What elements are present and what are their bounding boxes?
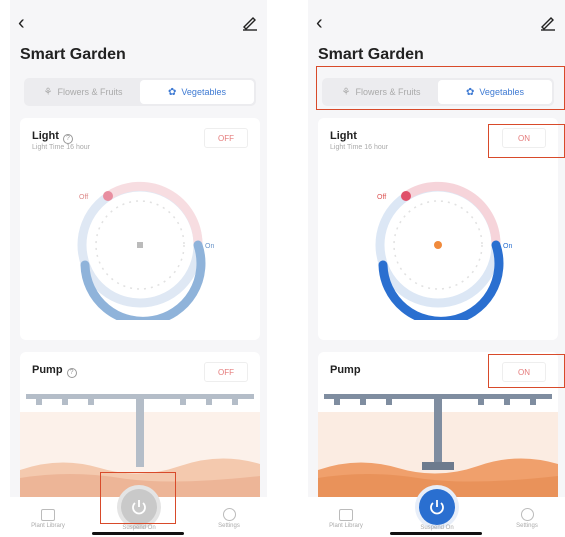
- vegetable-icon: ✿: [466, 86, 475, 98]
- light-switch-button[interactable]: ON: [502, 128, 546, 148]
- light-timer-dial[interactable]: Off On: [363, 170, 513, 320]
- light-card: Light Light Time 16 hour ON Off On: [318, 118, 558, 340]
- dial-on-label: On: [205, 243, 214, 250]
- nav-label: Settings: [218, 523, 240, 529]
- pump-switch-button[interactable]: OFF: [204, 362, 248, 382]
- dial-center: [434, 241, 442, 249]
- page-title: Smart Garden: [318, 46, 424, 63]
- top-bar: ‹: [10, 10, 267, 38]
- light-switch-button[interactable]: OFF: [204, 128, 248, 148]
- light-timer-dial[interactable]: Off On: [65, 170, 215, 320]
- flower-icon: ⚘: [341, 86, 351, 98]
- light-title-text: Light: [330, 130, 357, 142]
- dial-off-label: Off: [79, 194, 88, 201]
- tab-vegetables[interactable]: ✿ Vegetables: [438, 80, 552, 104]
- back-icon[interactable]: ‹: [18, 12, 25, 35]
- bottom-nav: Plant Library Suspend On Settings: [10, 489, 267, 537]
- help-icon[interactable]: ?: [62, 134, 73, 144]
- power-button[interactable]: [419, 489, 455, 525]
- nav-settings[interactable]: Settings: [199, 508, 259, 529]
- pump-illustration: [20, 394, 260, 502]
- power-icon: [430, 500, 444, 515]
- tab-label: Flowers & Fruits: [355, 87, 421, 97]
- power-icon: [132, 500, 146, 515]
- dial-center: [137, 242, 143, 248]
- vegetable-icon: ✿: [168, 86, 177, 98]
- home-indicator: [92, 532, 184, 535]
- tab-flowers-fruits[interactable]: ⚘ Flowers & Fruits: [26, 80, 140, 104]
- dial-on-label: On: [503, 243, 512, 250]
- pump-title: Pump?: [32, 364, 77, 378]
- tab-label: Flowers & Fruits: [57, 87, 123, 97]
- pump-illustration: [318, 394, 558, 502]
- nav-label: Settings: [516, 523, 538, 529]
- dial-off-label: Off: [377, 194, 386, 201]
- tab-flowers-fruits[interactable]: ⚘ Flowers & Fruits: [324, 80, 438, 104]
- library-icon: [339, 509, 353, 521]
- on-handle[interactable]: [194, 241, 202, 249]
- light-subtitle: Light Time 16 hour: [330, 144, 388, 151]
- light-card: Light? Light Time 16 hour OFF Off On: [20, 118, 260, 340]
- nav-settings[interactable]: Settings: [497, 508, 557, 529]
- nav-plant-library[interactable]: Plant Library: [316, 509, 376, 529]
- flower-icon: ⚘: [43, 86, 53, 98]
- screen-left: ‹ Smart Garden ⚘ Flowers & Fruits ✿ Vegeta…: [10, 0, 267, 537]
- settings-icon: [520, 508, 534, 521]
- screen-right: ‹ Smart Garden ⚘ Flowers & Fruits ✿ Vegeta…: [308, 0, 565, 537]
- help-icon[interactable]: ?: [66, 368, 77, 378]
- library-icon: [41, 509, 55, 521]
- off-handle[interactable]: [103, 191, 113, 201]
- light-title: Light: [330, 130, 357, 142]
- settings-icon: [222, 508, 236, 521]
- power-label: Suspend On: [122, 525, 156, 531]
- tab-vegetables[interactable]: ✿ Vegetables: [140, 80, 254, 104]
- pump-switch-button[interactable]: ON: [502, 362, 546, 382]
- category-tabs: ⚘ Flowers & Fruits ✿ Vegetables: [322, 78, 554, 106]
- tab-label: Vegetables: [479, 87, 524, 97]
- nav-label: Plant Library: [31, 523, 65, 529]
- edit-icon[interactable]: [241, 14, 259, 32]
- category-tabs: ⚘ Flowers & Fruits ✿ Vegetables: [24, 78, 256, 106]
- light-title: Light?: [32, 130, 73, 144]
- off-handle[interactable]: [401, 191, 411, 201]
- pump-title: Pump: [330, 364, 361, 376]
- page-title: Smart Garden: [20, 46, 126, 63]
- back-icon[interactable]: ‹: [316, 12, 323, 35]
- power-button[interactable]: [121, 489, 157, 525]
- pump-card: Pump? OFF: [20, 352, 260, 502]
- pump-title-text: Pump: [32, 364, 63, 376]
- bottom-nav: Plant Library Suspend On Settings: [308, 489, 565, 537]
- on-handle[interactable]: [492, 241, 500, 249]
- pump-card: Pump ON: [318, 352, 558, 502]
- power-label: Suspend On: [420, 525, 454, 531]
- nav-label: Plant Library: [329, 523, 363, 529]
- light-subtitle: Light Time 16 hour: [32, 144, 90, 151]
- light-title-text: Light: [32, 130, 59, 142]
- nav-plant-library[interactable]: Plant Library: [18, 509, 78, 529]
- tab-label: Vegetables: [181, 87, 226, 97]
- home-indicator: [390, 532, 482, 535]
- edit-icon[interactable]: [539, 14, 557, 32]
- top-bar: ‹: [308, 10, 565, 38]
